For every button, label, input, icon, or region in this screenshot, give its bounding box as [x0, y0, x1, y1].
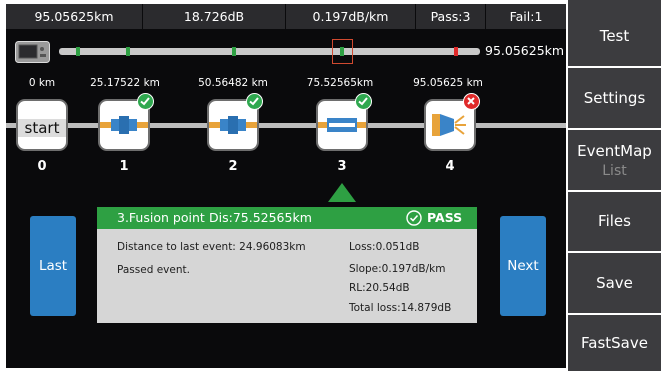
- status-fail-count: Fail:1: [509, 9, 543, 24]
- event-2-connector[interactable]: [207, 93, 263, 151]
- status-total-loss: 18.726dB: [143, 4, 286, 29]
- files-button[interactable]: Files: [568, 192, 661, 251]
- fastsave-button[interactable]: FastSave: [568, 315, 661, 371]
- pass-check-icon: [355, 93, 372, 110]
- distance-to-last-event: Distance to last event: 24.96083km: [117, 241, 306, 253]
- last-event-button[interactable]: Last: [30, 216, 76, 316]
- event-message: Passed event.: [117, 264, 190, 276]
- event-detail-title: 3.Fusion point: [117, 210, 205, 225]
- event-marker-2: [126, 47, 130, 56]
- status-slope: 0.197dB/km: [286, 4, 416, 29]
- event-marker-1: [76, 47, 80, 56]
- event-1-connector[interactable]: [98, 93, 154, 151]
- event-total-loss: Total loss:14.879dB: [349, 302, 452, 314]
- status-bar: 95.05625km 18.726dB 0.197dB/km Pass:3 Fa…: [6, 4, 566, 29]
- save-button[interactable]: Save: [568, 253, 661, 313]
- event-1-number: 1: [119, 159, 129, 174]
- event-4-number: 4: [445, 159, 455, 174]
- next-event-button[interactable]: Next: [500, 216, 546, 316]
- event-marker-3: [232, 47, 236, 56]
- eventmap-list-label: List: [602, 163, 627, 179]
- start-label: start: [18, 119, 66, 137]
- fail-x-icon: [463, 93, 480, 110]
- overview-total-distance: 95.05625km: [485, 43, 565, 58]
- overview-cursor[interactable]: [332, 39, 353, 64]
- side-menu: Test Settings EventMap List Files Save F…: [566, 0, 661, 371]
- event-4-fiber-end[interactable]: [424, 93, 480, 151]
- event-2-distance: 50.56482 km: [198, 77, 268, 89]
- pass-check-icon: [137, 93, 154, 110]
- event-detail-header: 3.Fusion point Dis:75.52565km PASS: [97, 207, 477, 229]
- eventmap-label: EventMap: [577, 142, 652, 160]
- event-2-number: 2: [228, 159, 238, 174]
- event-detail-distance: Dis:75.52565km: [209, 210, 312, 225]
- event-detail-panel: 3.Fusion point Dis:75.52565km PASS Dista…: [97, 207, 477, 323]
- event-0-start[interactable]: start: [16, 99, 68, 151]
- event-loss: Loss:0.051dB: [349, 241, 420, 253]
- status-pass-count: Pass:3: [416, 4, 486, 29]
- event-3-number: 3: [337, 159, 347, 174]
- settings-button[interactable]: Settings: [568, 68, 661, 128]
- eventmap-button[interactable]: EventMap List: [568, 130, 661, 190]
- selected-event-pointer: [328, 183, 356, 202]
- pass-circle-check-icon: [406, 210, 422, 226]
- event-3-distance: 75.52565km: [306, 77, 374, 89]
- event-slope: Slope:0.197dB/km: [349, 263, 446, 275]
- fiber-line: [6, 123, 566, 128]
- event-0-number: 0: [37, 159, 47, 174]
- overview-trace-bar[interactable]: [59, 48, 480, 55]
- event-1-distance: 25.17522 km: [90, 77, 160, 89]
- event-3-fusion-selected[interactable]: [316, 93, 372, 151]
- event-marker-fail: [454, 47, 458, 56]
- test-button[interactable]: Test: [568, 0, 661, 66]
- otdr-device-icon: [15, 41, 50, 63]
- event-rl: RL:20.54dB: [349, 282, 410, 294]
- event-map-view: 95.05625km 18.726dB 0.197dB/km Pass:3 Fa…: [6, 4, 566, 368]
- pass-check-icon: [246, 93, 263, 110]
- otdr-screen: 95.05625km 18.726dB 0.197dB/km Pass:3 Fa…: [0, 0, 661, 371]
- event-result: PASS: [427, 210, 463, 225]
- event-4-distance: 95.05625 km: [413, 77, 483, 89]
- status-total-distance: 95.05625km: [6, 4, 143, 29]
